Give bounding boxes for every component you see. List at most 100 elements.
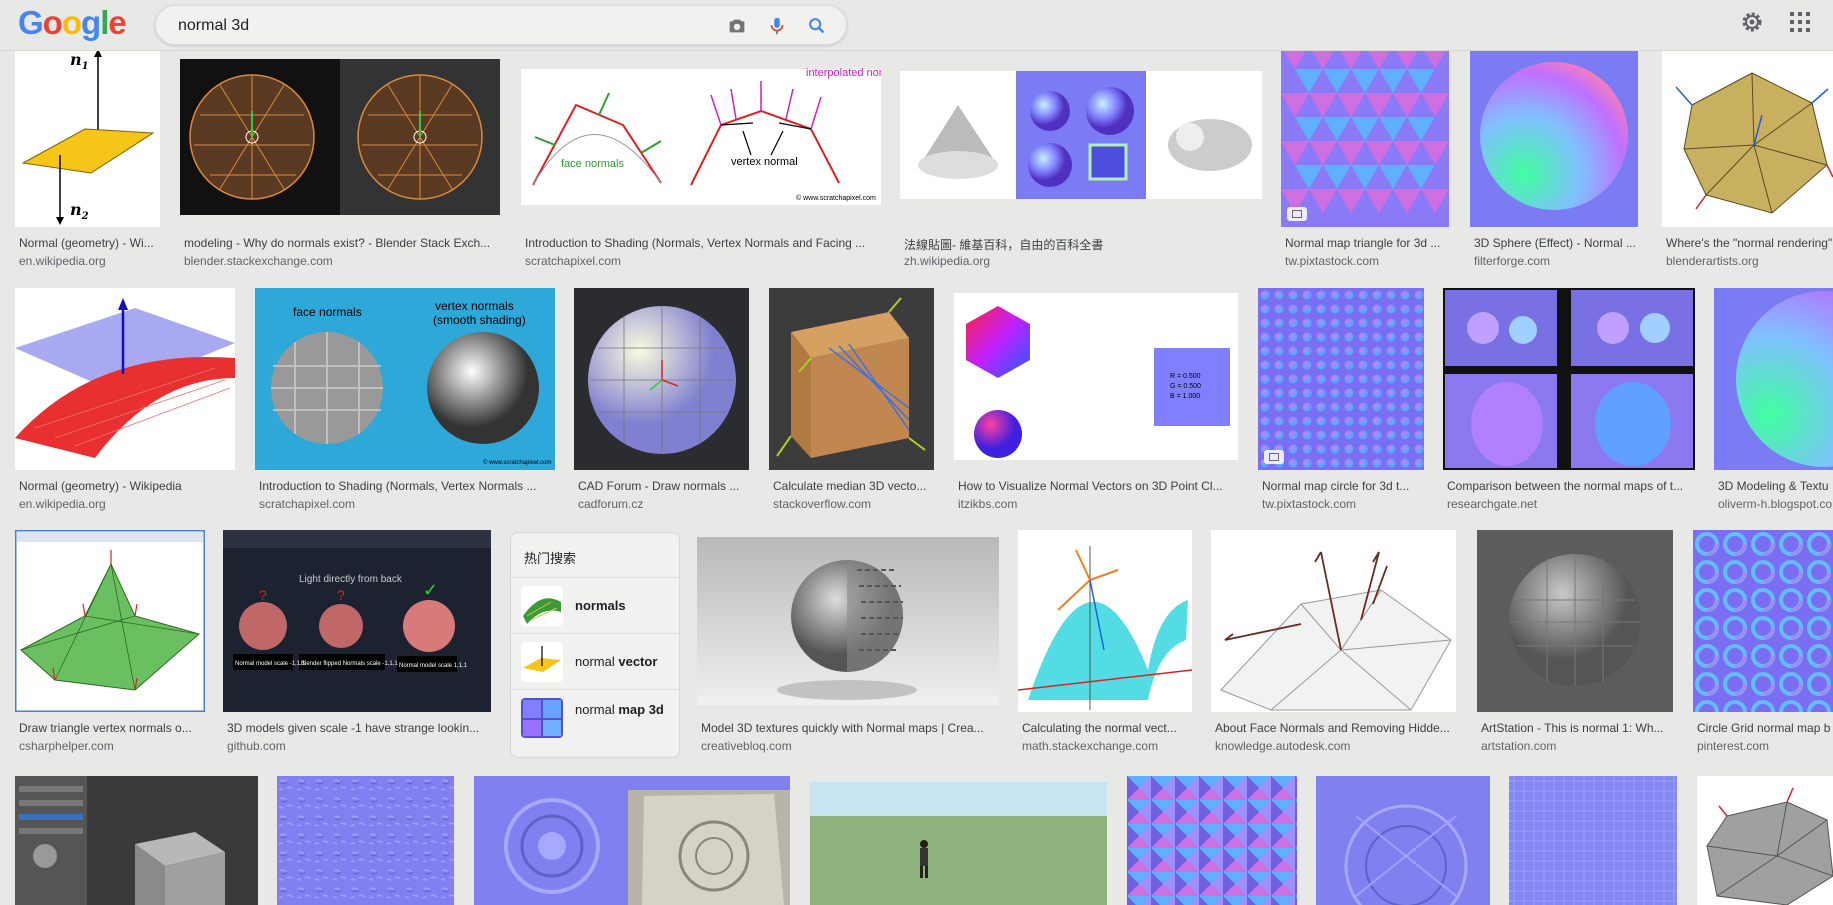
result-card[interactable]: CAD Forum - Draw normals ... cadforum.cz (574, 288, 749, 515)
result-card[interactable]: 法線貼圖- 維基百科，自由的百科全書 zh.wikipedia.org (900, 45, 1262, 272)
result-title[interactable]: 3D Modeling & Textu (1718, 479, 1833, 493)
popular-search-item-normal-map-3d[interactable]: normal map 3d (511, 689, 679, 746)
result-thumbnail[interactable] (180, 45, 500, 227)
result-title[interactable]: 法線貼圖- 維基百科，自由的百科全書 (904, 236, 1262, 253)
result-card[interactable]: Draw triangle vertex normals o... csharp… (15, 530, 205, 757)
result-thumbnail[interactable] (1470, 45, 1638, 227)
result-thumbnail[interactable] (1211, 530, 1456, 712)
result-title[interactable]: Normal map triangle for 3d ... (1285, 236, 1449, 250)
result-thumbnail[interactable] (1509, 776, 1677, 905)
result-card[interactable]: Where's the "normal rendering" blenderar… (1662, 45, 1833, 272)
result-title[interactable]: CAD Forum - Draw normals ... (578, 479, 749, 493)
result-source[interactable]: github.com (227, 739, 491, 753)
result-source[interactable]: tw.pixtastock.com (1285, 254, 1449, 268)
result-card[interactable]: ArtStation - This is normal 1: Wh... art… (1477, 530, 1673, 757)
search-icon[interactable] (806, 15, 828, 37)
result-thumbnail[interactable] (697, 530, 999, 712)
result-card[interactable]: Normal (geometry) - Wikipedia en.wikiped… (15, 288, 235, 515)
result-source[interactable]: cadforum.cz (578, 497, 749, 511)
result-card[interactable]: modeling - Why do normals exist? - Blend… (180, 45, 500, 272)
result-source[interactable]: tw.pixtastock.com (1262, 497, 1424, 511)
result-card[interactable]: Calculating the normal vect... math.stac… (1018, 530, 1192, 757)
result-thumbnail[interactable] (15, 530, 205, 712)
result-title[interactable]: About Face Normals and Removing Hidde... (1215, 721, 1456, 735)
camera-icon[interactable] (726, 15, 748, 37)
result-thumbnail[interactable]: Light directly from back ? ? ✓ Normal mo… (223, 530, 491, 712)
result-card[interactable]: Normal map triangle for 3d ... tw.pixtas… (1281, 45, 1449, 272)
result-thumbnail[interactable] (1662, 45, 1833, 227)
result-source[interactable]: oliverm-h.blogspot.co (1718, 497, 1833, 511)
result-card[interactable] (1127, 776, 1297, 905)
result-source[interactable]: itzikbs.com (958, 497, 1238, 511)
result-title[interactable]: Introduction to Shading (Normals, Vertex… (259, 479, 555, 493)
result-title[interactable]: ArtStation - This is normal 1: Wh... (1481, 721, 1673, 735)
result-title[interactable]: 3D Sphere (Effect) - Normal ... (1474, 236, 1638, 250)
result-card[interactable]: R = 0.500 G = 0.500 B = 1.000 How to Vis… (954, 288, 1238, 515)
gear-icon[interactable] (1740, 10, 1764, 34)
result-source[interactable]: stackoverflow.com (773, 497, 934, 511)
result-card[interactable]: 3D Sphere (Effect) - Normal ... filterfo… (1470, 45, 1638, 272)
result-source[interactable]: pinterest.com (1697, 739, 1833, 753)
result-title[interactable]: Normal (geometry) - Wi... (19, 236, 160, 250)
result-title[interactable]: 3D models given scale -1 have strange lo… (227, 721, 491, 735)
result-card[interactable]: Comparison between the normal maps of t.… (1443, 288, 1695, 515)
result-thumbnail[interactable] (474, 776, 790, 905)
result-title[interactable]: modeling - Why do normals exist? - Blend… (184, 236, 500, 250)
result-thumbnail[interactable] (15, 776, 258, 905)
result-source[interactable]: scratchapixel.com (525, 254, 881, 268)
result-title[interactable]: Model 3D textures quickly with Normal ma… (701, 721, 999, 735)
result-thumbnail[interactable] (1127, 776, 1297, 905)
result-thumbnail[interactable]: face normals vertex normals (smooth shad… (255, 288, 555, 470)
result-title[interactable]: Normal map circle for 3d t... (1262, 479, 1424, 493)
popular-search-item-normal-vector[interactable]: normal vector (511, 633, 679, 690)
result-title[interactable]: Calculate median 3D vecto... (773, 479, 934, 493)
result-card[interactable]: Light directly from back ? ? ✓ Normal mo… (223, 530, 491, 757)
result-title[interactable]: Draw triangle vertex normals o... (19, 721, 205, 735)
result-source[interactable]: en.wikipedia.org (19, 254, 160, 268)
result-thumbnail[interactable] (574, 288, 749, 470)
result-thumbnail[interactable]: R = 0.500 G = 0.500 B = 1.000 (954, 288, 1238, 470)
apps-grid-icon[interactable] (1790, 12, 1810, 32)
result-title[interactable]: Normal (geometry) - Wikipedia (19, 479, 235, 493)
result-thumbnail[interactable] (15, 288, 235, 470)
result-card[interactable]: Normal map circle for 3d t... tw.pixtast… (1258, 288, 1424, 515)
result-card[interactable]: About Face Normals and Removing Hidde...… (1211, 530, 1456, 757)
search-input[interactable] (176, 15, 660, 37)
result-card[interactable]: 3D Modeling & Textu oliverm-h.blogspot.c… (1714, 288, 1833, 515)
result-card[interactable] (810, 776, 1107, 905)
result-card[interactable]: Calculate median 3D vecto... stackoverfl… (769, 288, 934, 515)
result-thumbnail[interactable] (1477, 530, 1673, 712)
result-source[interactable]: scratchapixel.com (259, 497, 555, 511)
result-title[interactable]: Comparison between the normal maps of t.… (1447, 479, 1695, 493)
result-title[interactable]: Circle Grid normal map b (1697, 721, 1833, 735)
microphone-icon[interactable] (766, 15, 788, 37)
result-thumbnail[interactable]: interpolated normals face normals vertex… (521, 45, 881, 227)
result-source[interactable]: en.wikipedia.org (19, 497, 235, 511)
result-title[interactable]: Where's the "normal rendering" (1666, 236, 1833, 250)
result-card[interactable]: Model 3D textures quickly with Normal ma… (697, 530, 999, 757)
popular-search-item-normals[interactable]: normals (511, 577, 679, 634)
result-source[interactable]: blender.stackexchange.com (184, 254, 500, 268)
result-source[interactable]: filterforge.com (1474, 254, 1638, 268)
result-thumbnail[interactable] (1316, 776, 1490, 905)
result-source[interactable]: artstation.com (1481, 739, 1673, 753)
result-thumbnail[interactable] (1018, 530, 1192, 712)
result-card[interactable] (277, 776, 454, 905)
result-card[interactable] (1509, 776, 1677, 905)
result-card[interactable]: Circle Grid normal map b pinterest.com (1693, 530, 1833, 757)
result-title[interactable]: Introduction to Shading (Normals, Vertex… (525, 236, 881, 250)
result-source[interactable]: knowledge.autodesk.com (1215, 739, 1456, 753)
result-card[interactable] (1697, 776, 1833, 905)
result-card[interactable] (474, 776, 790, 905)
result-source[interactable]: zh.wikipedia.org (904, 254, 1262, 268)
result-card[interactable]: interpolated normals face normals vertex… (521, 45, 881, 272)
result-card[interactable] (15, 776, 258, 905)
result-title[interactable]: Calculating the normal vect... (1022, 721, 1192, 735)
result-thumbnail[interactable] (769, 288, 934, 470)
result-thumbnail[interactable] (1258, 288, 1424, 470)
result-thumbnail[interactable] (277, 776, 454, 905)
result-source[interactable]: math.stackexchange.com (1022, 739, 1192, 753)
result-thumbnail[interactable] (1443, 288, 1695, 470)
result-thumbnail[interactable] (900, 45, 1262, 227)
result-source[interactable]: csharphelper.com (19, 739, 205, 753)
